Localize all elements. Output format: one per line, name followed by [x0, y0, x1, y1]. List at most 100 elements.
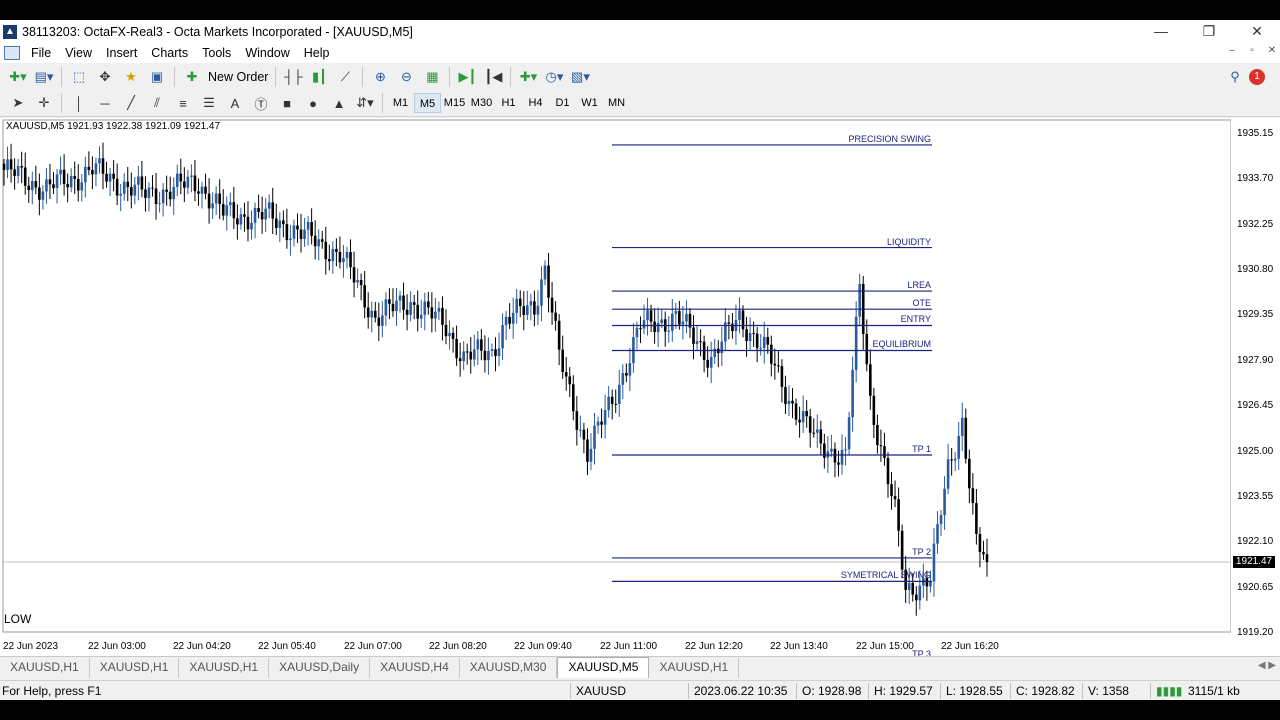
menu-charts[interactable]: Charts [144, 46, 195, 60]
level-label[interactable]: EQUILIBRIUM [872, 339, 931, 349]
autoscroll-icon[interactable]: ▶┃ [455, 66, 479, 88]
candle-body [448, 332, 451, 337]
new-order-icon[interactable]: ✚ [180, 66, 204, 88]
timeframe-h1[interactable]: H1 [495, 93, 522, 113]
status-bar: For Help, press F1 XAUUSD 2023.06.22 10:… [0, 680, 1280, 700]
equidistant-channel-icon[interactable]: ⫽ [145, 92, 169, 114]
candle-body [370, 310, 374, 318]
new-chart-icon[interactable]: ✚▾ [6, 66, 30, 88]
crosshair-icon[interactable]: ✛ [32, 92, 56, 114]
chart-tab[interactable]: XAUUSD,H1 [90, 658, 180, 678]
arrows-icon[interactable]: ⇵▾ [353, 92, 377, 114]
fibo-fan-icon[interactable]: ☰ [197, 92, 221, 114]
timeframe-w1[interactable]: W1 [576, 93, 603, 113]
mdi-restore-button[interactable]: ▫ [1242, 45, 1262, 61]
candle-body [264, 208, 267, 220]
candle-body [784, 386, 787, 405]
candle-body [929, 581, 932, 587]
search-icon[interactable]: ⚲ [1223, 66, 1247, 88]
level-label[interactable]: PRECISION SWING [848, 134, 931, 144]
trendline-icon[interactable]: ╱ [119, 92, 143, 114]
indicators-icon[interactable]: ✚▾ [516, 66, 540, 88]
zoom-out-icon[interactable]: ⊖ [394, 66, 418, 88]
triangle-icon[interactable]: ▲ [327, 92, 351, 114]
price-axis[interactable]: 1935.15 1933.70 1932.25 1930.80 1929.35 1927.… [1231, 118, 1280, 654]
candle-body [458, 358, 462, 362]
chart-doc-icon[interactable] [4, 46, 20, 60]
chart-tab[interactable]: XAUUSD,H4 [370, 658, 460, 678]
menu-help[interactable]: Help [297, 46, 337, 60]
timeframe-m15[interactable]: M15 [441, 93, 468, 113]
minimize-button[interactable]: — [1138, 20, 1184, 43]
tab-scroll-arrows[interactable]: ◀ ▶ [1258, 660, 1276, 671]
menu-tools[interactable]: Tools [195, 46, 238, 60]
chart-tab[interactable]: XAUUSD,M30 [460, 658, 558, 678]
chart-tab[interactable]: XAUUSD,Daily [269, 658, 371, 678]
menu-window[interactable]: Window [238, 46, 296, 60]
rectangle-icon[interactable]: ■ [275, 92, 299, 114]
level-label[interactable]: LREA [907, 280, 931, 290]
candle-body [600, 421, 603, 425]
price-chart[interactable] [0, 118, 1231, 636]
time-axis[interactable]: 22 Jun 2023 22 Jun 03:00 22 Jun 04:20 22 Ju… [0, 634, 1231, 656]
data-window-icon[interactable]: ✥ [93, 66, 117, 88]
chart-window[interactable]: XAUUSD,M5 1921.93 1922.38 1921.09 1921.4… [0, 118, 1280, 659]
status-separator [940, 683, 941, 699]
level-label[interactable]: SYMETRICAL SWING [841, 570, 931, 580]
text-icon[interactable]: A [223, 92, 247, 114]
notifications-badge[interactable]: 1 [1249, 68, 1265, 85]
new-order-button[interactable]: New Order [205, 70, 271, 84]
time-tick-label: 22 Jun 05:40 [258, 641, 316, 652]
level-label[interactable]: TP 2 [912, 547, 931, 557]
horizontal-line-icon[interactable]: ─ [93, 92, 117, 114]
timeframe-m5[interactable]: M5 [414, 93, 441, 113]
candle-body [225, 205, 229, 216]
status-volume: V: 1358 [1088, 684, 1129, 698]
candle-body [907, 582, 911, 590]
profiles-icon[interactable]: ▤▾ [32, 66, 56, 88]
restore-button[interactable]: ❐ [1186, 20, 1232, 43]
timeframe-mn[interactable]: MN [603, 93, 630, 113]
fibonacci-icon[interactable]: ≡ [171, 92, 195, 114]
candle-body [755, 333, 759, 349]
chart-tab[interactable]: XAUUSD,H1 [179, 658, 270, 678]
ellipse-icon[interactable]: ● [301, 92, 325, 114]
level-label[interactable]: LIQUIDITY [887, 237, 931, 247]
menu-view[interactable]: View [58, 46, 99, 60]
cursor-icon[interactable]: ➤ [6, 92, 30, 114]
timeframe-m30[interactable]: M30 [468, 93, 495, 113]
navigator-icon[interactable]: ★ [119, 66, 143, 88]
candle-body [801, 411, 805, 423]
level-label[interactable]: TP 1 [912, 444, 931, 454]
timeframe-d1[interactable]: D1 [549, 93, 576, 113]
chart-tab[interactable]: XAUUSD,H1 [0, 658, 90, 678]
chart-shift-icon[interactable]: ┃◀ [481, 66, 505, 88]
candle-body [748, 333, 752, 342]
menu-insert[interactable]: Insert [99, 46, 144, 60]
status-open: O: 1928.98 [802, 684, 862, 698]
text-label-icon[interactable]: Ⓣ [249, 92, 273, 114]
chart-tab[interactable]: XAUUSD,M5 [557, 657, 650, 678]
close-button[interactable]: ✕ [1234, 20, 1280, 43]
level-label[interactable]: ENTRY [901, 314, 931, 324]
mdi-minimize-button[interactable]: – [1222, 45, 1242, 61]
chart-tab[interactable]: XAUUSD,H1 [649, 658, 740, 678]
bar-chart-icon[interactable]: ┤├ [281, 66, 305, 88]
level-label[interactable]: OTE [912, 298, 931, 308]
menu-file[interactable]: File [24, 46, 58, 60]
price-tick-label: 1923.55 [1237, 490, 1274, 502]
tile-windows-icon[interactable]: ▦ [420, 66, 444, 88]
candle-body [144, 189, 147, 198]
zoom-in-icon[interactable]: ⊕ [368, 66, 392, 88]
timeframe-m1[interactable]: M1 [387, 93, 414, 113]
candlesticks-icon[interactable]: ▮┃ [307, 66, 331, 88]
mdi-close-button[interactable]: ✕ [1262, 45, 1280, 61]
terminal-icon[interactable]: ▣ [145, 66, 169, 88]
timeframe-h4[interactable]: H4 [522, 93, 549, 113]
vertical-line-icon[interactable]: │ [67, 92, 91, 114]
periods-clock-icon[interactable]: ◷▾ [542, 66, 566, 88]
templates-icon[interactable]: ▧▾ [568, 66, 592, 88]
line-chart-icon[interactable]: ⟋ [333, 66, 357, 88]
candle-body [936, 524, 939, 544]
market-watch-icon[interactable]: ⬚ [67, 66, 91, 88]
